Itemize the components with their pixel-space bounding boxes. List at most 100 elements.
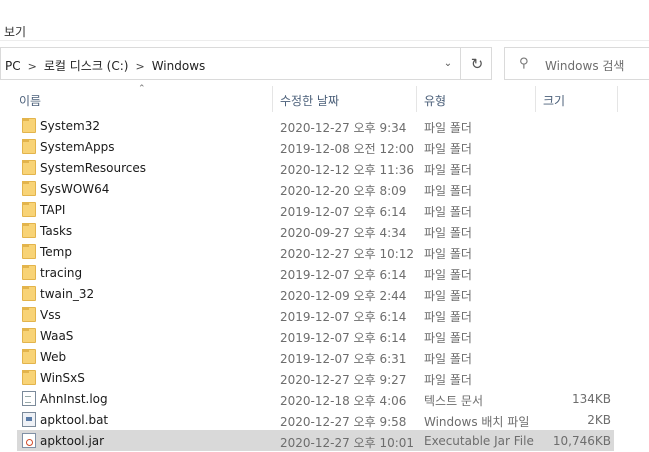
folder-icon: [22, 370, 36, 385]
file-type: 파일 폴더: [424, 226, 472, 240]
file-type: 파일 폴더: [424, 184, 472, 198]
file-date: 2020-12-20 오후 8:09: [280, 184, 407, 198]
file-row[interactable]: Temp 2020-12-27 오후 10:12 파일 폴더: [17, 241, 614, 262]
search-box[interactable]: ⚲ Windows 검색: [504, 47, 649, 80]
column-name-header[interactable]: 이름: [19, 92, 41, 109]
file-row[interactable]: SysWOW64 2020-12-20 오후 8:09 파일 폴더: [17, 178, 614, 199]
folder-icon: [22, 160, 36, 175]
file-name: tracing: [40, 266, 83, 280]
file-name: SystemApps: [40, 140, 115, 154]
file-type: 파일 폴더: [424, 142, 472, 156]
file-row[interactable]: tracing 2019-12-07 오후 6:14 파일 폴더: [17, 262, 614, 283]
file-row[interactable]: System32 2020-12-27 오후 9:34 파일 폴더: [17, 115, 614, 136]
file-date: 2020-12-27 오후 9:27: [280, 373, 407, 387]
folder-icon: [22, 244, 36, 259]
file-date: 2020-12-27 오후 10:12: [280, 247, 415, 261]
file-name: Temp: [40, 245, 72, 259]
file-date: 2019-12-08 오전 12:00: [280, 142, 415, 156]
chevron-right-icon: >: [27, 60, 37, 73]
file-row[interactable]: AhnInst.log 2020-12-18 오후 4:06 텍스트 문서 134KB: [17, 388, 614, 409]
file-name: System32: [40, 119, 101, 133]
sort-ascending-icon: ⌃: [138, 84, 146, 94]
file-date: 2019-12-07 오후 6:14: [280, 310, 407, 324]
file-name: Tasks: [40, 224, 73, 238]
folder-icon: [22, 139, 36, 154]
text-file-icon: [22, 391, 36, 406]
file-row[interactable]: TAPI 2019-12-07 오후 6:14 파일 폴더: [17, 199, 614, 220]
file-type: Windows 배치 파일: [424, 415, 530, 429]
breadcrumb-pc[interactable]: PC: [5, 59, 21, 73]
file-type: 파일 폴더: [424, 289, 472, 303]
chevron-right-icon: >: [135, 60, 145, 73]
breadcrumb-local-disk[interactable]: 로컬 디스크 (C:): [44, 57, 129, 74]
file-row[interactable]: apktool.bat 2020-12-27 오후 9:58 Windows 배치 …: [17, 409, 614, 430]
address-bar[interactable]: PC > 로컬 디스크 (C:) > Windows ⌄ ↻: [0, 47, 492, 80]
file-type: Executable Jar File: [424, 434, 534, 448]
file-type: 파일 폴더: [424, 121, 472, 135]
file-date: 2020-12-12 오후 11:36: [280, 163, 415, 177]
file-type: 파일 폴더: [424, 163, 472, 177]
file-name: SysWOW64: [40, 182, 110, 196]
file-row[interactable]: SystemResources 2020-12-12 오후 11:36 파일 폴더: [17, 157, 614, 178]
file-date: 2019-12-07 오후 6:14: [280, 268, 407, 282]
breadcrumb: PC > 로컬 디스크 (C:) > Windows: [5, 57, 205, 74]
file-name: WinSxS: [40, 371, 85, 385]
chevron-down-icon[interactable]: ⌄: [437, 48, 459, 79]
search-icon: ⚲: [519, 56, 529, 71]
column-divider[interactable]: [272, 86, 273, 112]
file-name: SystemResources: [40, 161, 147, 175]
file-row[interactable]: Tasks 2020-09-27 오후 4:34 파일 폴더: [17, 220, 614, 241]
file-size: 10,746KB: [552, 434, 611, 448]
breadcrumb-windows[interactable]: Windows: [152, 59, 206, 73]
column-divider[interactable]: [535, 86, 536, 112]
column-divider[interactable]: [617, 86, 618, 112]
file-type: 파일 폴더: [424, 310, 472, 324]
column-size-header[interactable]: 크기: [543, 92, 565, 109]
folder-icon: [22, 286, 36, 301]
jar-file-icon: [22, 433, 36, 448]
folder-icon: [22, 307, 36, 322]
file-date: 2020-12-27 오후 9:58: [280, 415, 407, 429]
column-type-header[interactable]: 유형: [424, 92, 446, 109]
file-name: twain_32: [40, 287, 95, 301]
file-row[interactable]: apktool.jar 2020-12-27 오후 10:01 Executable…: [17, 430, 614, 451]
file-row[interactable]: WinSxS 2020-12-27 오후 9:27 파일 폴더: [17, 367, 614, 388]
file-row[interactable]: Vss 2019-12-07 오후 6:14 파일 폴더: [17, 304, 614, 325]
file-type: 파일 폴더: [424, 352, 472, 366]
file-type: 파일 폴더: [424, 247, 472, 261]
file-size: 134KB: [571, 392, 611, 406]
file-row[interactable]: WaaS 2019-12-07 오후 6:14 파일 폴더: [17, 325, 614, 346]
view-menu[interactable]: 보기: [4, 23, 26, 40]
refresh-icon[interactable]: ↻: [460, 48, 493, 79]
column-divider[interactable]: [416, 86, 417, 112]
file-date: 2020-12-27 오후 9:34: [280, 121, 407, 135]
file-date: 2019-12-07 오후 6:31: [280, 352, 407, 366]
folder-icon: [22, 328, 36, 343]
file-name: apktool.bat: [40, 413, 109, 427]
file-name: AhnInst.log: [40, 392, 108, 406]
folder-icon: [22, 265, 36, 280]
file-row[interactable]: Web 2019-12-07 오후 6:31 파일 폴더: [17, 346, 614, 367]
column-date-header[interactable]: 수정한 날짜: [280, 92, 339, 109]
folder-icon: [22, 223, 36, 238]
file-date: 2020-12-18 오후 4:06: [280, 394, 407, 408]
batch-file-icon: [22, 412, 36, 427]
ribbon-menu-bar: 보기: [0, 0, 649, 41]
column-header: ⌃ 이름 수정한 날짜 유형 크기: [0, 84, 620, 112]
file-type: 파일 폴더: [424, 205, 472, 219]
file-name: Web: [40, 350, 67, 364]
folder-icon: [22, 349, 36, 364]
file-date: 2019-12-07 오후 6:14: [280, 331, 407, 345]
file-date: 2019-12-07 오후 6:14: [280, 205, 407, 219]
folder-icon: [22, 181, 36, 196]
folder-icon: [22, 118, 36, 133]
file-name: WaaS: [40, 329, 74, 343]
file-row[interactable]: SystemApps 2019-12-08 오전 12:00 파일 폴더: [17, 136, 614, 157]
search-placeholder: Windows 검색: [545, 59, 625, 73]
file-date: 2020-09-27 오후 4:34: [280, 226, 407, 240]
file-row[interactable]: twain_32 2020-12-09 오후 2:44 파일 폴더: [17, 283, 614, 304]
file-type: 파일 폴더: [424, 268, 472, 282]
folder-icon: [22, 202, 36, 217]
file-name: Vss: [40, 308, 61, 322]
file-date: 2020-12-27 오후 10:01: [280, 436, 415, 450]
